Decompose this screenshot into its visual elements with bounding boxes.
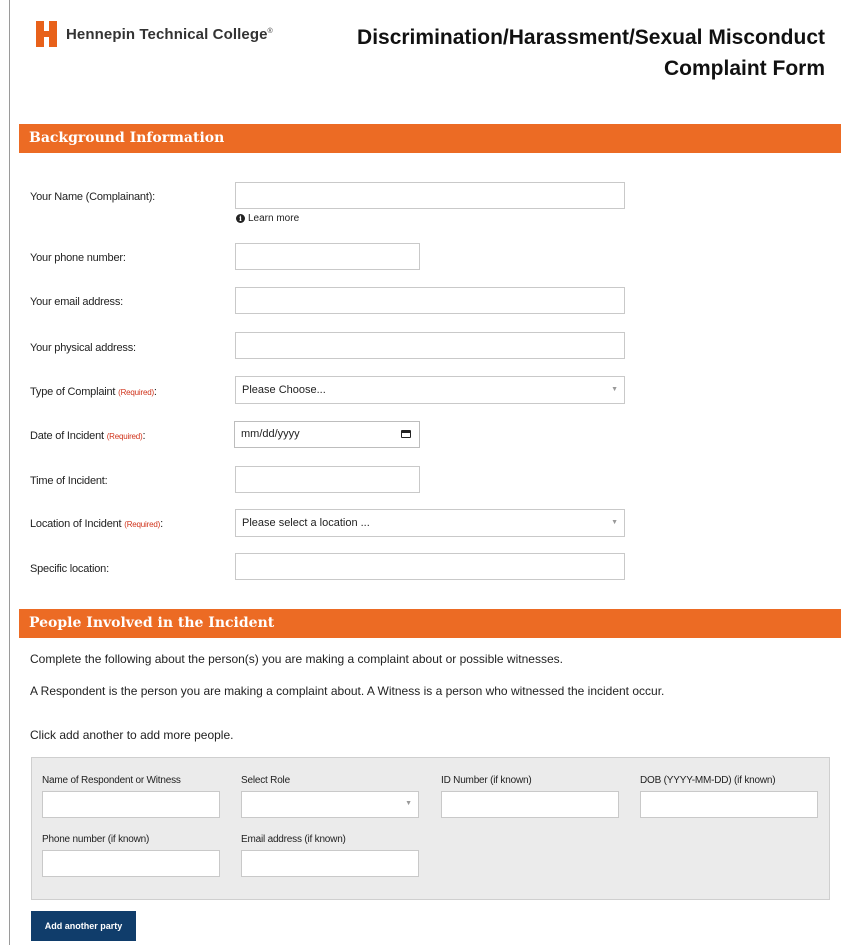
role-label: Select Role [241,775,290,786]
chevron-down-icon: ▼ [405,800,412,807]
complainant-name-input[interactable] [235,182,625,209]
page-title-line1: Discrimination/Harassment/Sexual Miscond… [357,26,825,49]
location-value: Please select a location ... [242,517,370,529]
location-select[interactable]: Please select a location ... ▼ [235,509,625,537]
learn-more-label: Learn more [248,213,300,224]
email-input[interactable] [235,287,625,314]
college-logo: Hennepin Technical College® [36,21,273,47]
time-of-incident-input[interactable] [235,466,420,493]
add-another-party-button[interactable]: Add another party [31,911,136,941]
complaint-type-value: Please Choose... [242,384,326,396]
phone-input[interactable] [235,243,420,270]
required-marker: (Required) [118,388,154,397]
logo-registered-mark: ® [267,27,273,35]
time-label: Time of Incident: [30,475,108,487]
phone-label: Your phone number: [30,252,126,264]
complaint-type-select[interactable]: Please Choose... ▼ [235,376,625,404]
required-marker: (Required) [106,432,143,441]
date-placeholder: mm/dd/yyyy [241,428,300,440]
people-intro-1: Complete the following about the person(… [30,652,563,666]
dob-label: DOB (YYYY-MM-DD) (if known) [640,775,776,786]
respondent-name-label: Name of Respondent or Witness [42,775,181,786]
chevron-down-icon: ▼ [611,386,618,393]
complaint-type-label: Type of Complaint (Required): [30,386,157,398]
info-circle-icon: i [236,214,245,223]
required-marker: (Required) [124,520,161,529]
role-select[interactable]: ▼ [241,791,419,818]
people-intro-2: A Respondent is the person you are makin… [30,684,665,698]
name-label: Your Name (Complainant): [30,191,156,203]
logo-text: Hennepin Technical College® [66,25,273,43]
page-title: Discrimination/Harassment/Sexual Miscond… [357,22,825,84]
section-header-background: Background Information [19,124,841,153]
specific-location-input[interactable] [235,553,625,580]
date-label: Date of Incident (Required): [30,430,146,442]
id-number-input[interactable] [441,791,619,818]
location-label: Location of Incident (Required): [30,518,163,530]
specific-location-label: Specific location: [30,563,109,575]
learn-more-link[interactable]: i Learn more [236,213,299,224]
calendar-icon[interactable] [401,430,411,438]
email-label: Your email address: [30,296,124,308]
hennepin-logo-mark [36,21,58,47]
respondent-name-input[interactable] [42,791,220,818]
dob-input[interactable] [640,791,818,818]
physical-address-input[interactable] [235,332,625,359]
party-phone-input[interactable] [42,850,220,877]
date-of-incident-input[interactable]: mm/dd/yyyy [234,421,420,448]
page-left-border [9,0,10,945]
party-phone-label: Phone number (if known) [42,834,150,845]
id-number-label: ID Number (if known) [441,775,532,786]
chevron-down-icon: ▼ [611,519,618,526]
party-email-input[interactable] [241,850,419,877]
page-title-line2: Complaint Form [664,57,825,80]
address-label: Your physical address: [30,342,136,354]
party-entry-panel: Name of Respondent or Witness Select Rol… [31,757,830,900]
people-intro-3: Click add another to add more people. [30,728,234,742]
party-email-label: Email address (if known) [241,834,346,845]
section-header-people: People Involved in the Incident [19,609,841,638]
